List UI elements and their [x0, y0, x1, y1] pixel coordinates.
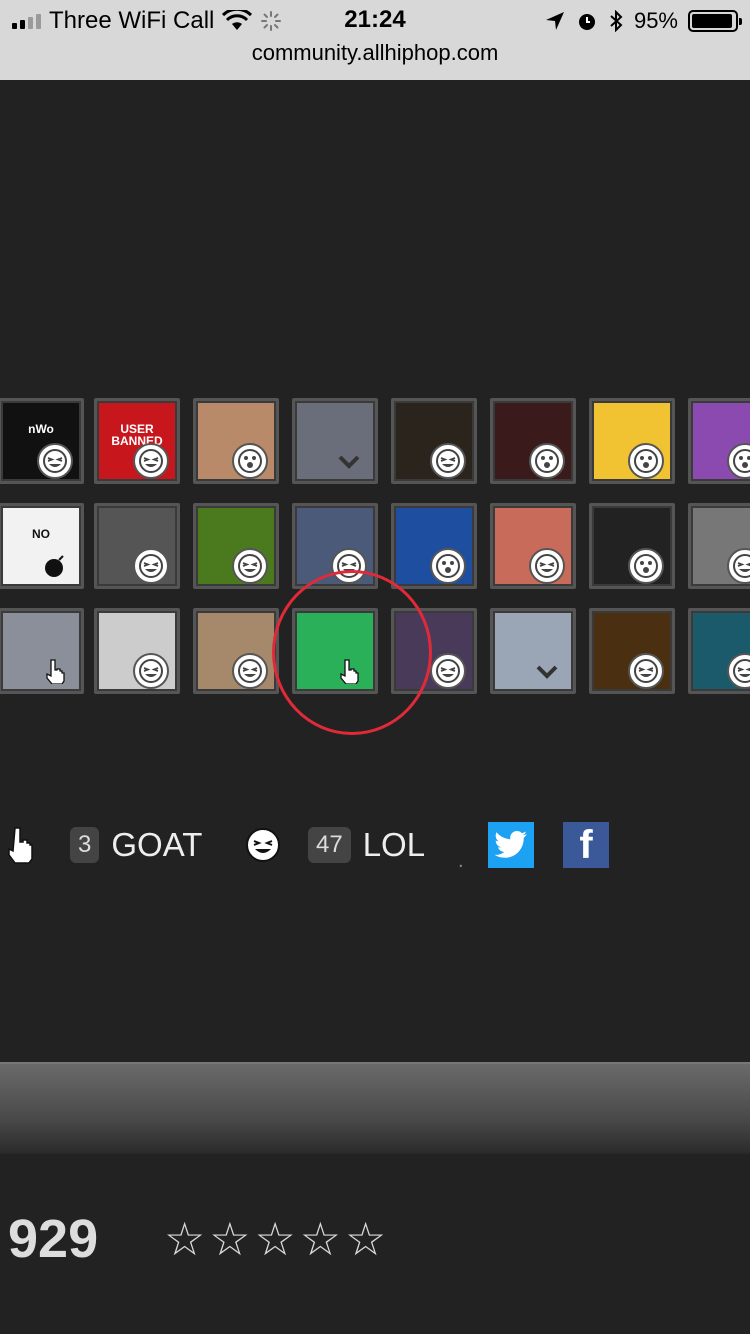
- status-right: 95%: [544, 6, 742, 36]
- avatar-text: NO: [32, 527, 50, 541]
- star-rating[interactable]: ☆ ☆ ☆ ☆ ☆: [164, 1212, 386, 1266]
- avatar-text: USER BANNED: [111, 422, 163, 448]
- laugh-reaction-icon: [37, 443, 73, 479]
- goat-count-badge: 3: [70, 827, 100, 863]
- laugh-reaction-icon: [133, 653, 169, 689]
- battery-icon: [688, 10, 742, 32]
- battery-percent: 95%: [633, 8, 678, 33]
- laugh-reaction-icon: [133, 548, 169, 584]
- avatar-tile[interactable]: USER BANNED: [94, 398, 180, 484]
- bluetooth-icon: [610, 10, 623, 32]
- laugh-reaction-icon: [133, 443, 169, 479]
- avatar-tile[interactable]: [490, 503, 576, 589]
- facebook-icon[interactable]: f: [563, 822, 609, 868]
- surprised-reaction-icon: [430, 548, 466, 584]
- highlight-circle-annotation: [272, 570, 432, 735]
- avatar-tile[interactable]: [688, 503, 750, 589]
- star-icon[interactable]: ☆: [164, 1212, 205, 1266]
- laughing-face-icon[interactable]: [245, 827, 281, 863]
- avatar-tile[interactable]: [490, 398, 576, 484]
- status-bar: Three WiFi Call 21:24 95% community.allh…: [0, 0, 750, 80]
- pointing-hand-icon[interactable]: [2, 827, 38, 864]
- battery-level: [692, 14, 732, 28]
- avatar-tile[interactable]: [94, 503, 180, 589]
- facebook-glyph: f: [579, 822, 593, 867]
- check-reaction-icon: [331, 443, 367, 479]
- reaction-stats-row: 3 GOAT 47 LOL . f: [0, 815, 750, 875]
- avatar-tile[interactable]: [490, 608, 576, 694]
- laugh-reaction-icon: [529, 548, 565, 584]
- lol-stat[interactable]: 47 LOL: [308, 815, 425, 875]
- lol-reaction-icon-wrap[interactable]: [245, 815, 281, 875]
- surprised-reaction-icon: [529, 443, 565, 479]
- laugh-reaction-icon: [430, 653, 466, 689]
- check-reaction-icon: [529, 653, 565, 689]
- lol-label: LOL: [362, 826, 426, 863]
- laugh-reaction-icon: [628, 653, 664, 689]
- surprised-reaction-icon: [628, 443, 664, 479]
- goat-stat[interactable]: 3 GOAT: [70, 815, 202, 875]
- facebook-share[interactable]: f: [563, 815, 609, 875]
- goat-reaction-icon-wrap[interactable]: [2, 815, 38, 875]
- avatar-tile[interactable]: [193, 398, 279, 484]
- star-icon[interactable]: ☆: [209, 1212, 250, 1266]
- section-divider-band: [0, 1062, 750, 1154]
- separator-dot: .: [458, 849, 464, 872]
- avatar-tile[interactable]: [193, 503, 279, 589]
- twitter-share[interactable]: [488, 815, 534, 875]
- star-icon[interactable]: ☆: [300, 1212, 341, 1266]
- star-icon[interactable]: ☆: [255, 1212, 296, 1266]
- rating-footer: 929 ☆ ☆ ☆ ☆ ☆: [0, 1190, 750, 1290]
- location-arrow-icon: [545, 12, 564, 30]
- laugh-reaction-icon: [430, 443, 466, 479]
- hand-reaction-icon: [37, 653, 73, 689]
- avatar-tile[interactable]: [391, 503, 477, 589]
- twitter-icon[interactable]: [488, 822, 534, 868]
- url-bar[interactable]: community.allhiphop.com: [0, 40, 750, 66]
- avatar-tile[interactable]: [688, 608, 750, 694]
- avatar-tile[interactable]: nWo: [0, 398, 84, 484]
- avatar-text: nWo: [28, 422, 54, 436]
- lol-count-badge: 47: [308, 827, 351, 863]
- goat-label: GOAT: [111, 826, 203, 863]
- alarm-icon: [578, 14, 595, 30]
- avatar-tile[interactable]: [391, 398, 477, 484]
- surprised-reaction-icon: [232, 443, 268, 479]
- avatar-tile[interactable]: [589, 608, 675, 694]
- avatar-tile[interactable]: [688, 398, 750, 484]
- avatar-tile[interactable]: [589, 398, 675, 484]
- star-icon[interactable]: ☆: [345, 1212, 386, 1266]
- avatar-tile[interactable]: [94, 608, 180, 694]
- laugh-reaction-icon: [232, 548, 268, 584]
- avatar-tile[interactable]: [193, 608, 279, 694]
- bomb-reaction-icon: [37, 548, 73, 584]
- surprised-reaction-icon: [628, 548, 664, 584]
- avatar-tile[interactable]: [0, 608, 84, 694]
- avatar-tile[interactable]: [292, 398, 378, 484]
- post-count: 929: [8, 1209, 99, 1269]
- laugh-reaction-icon: [232, 653, 268, 689]
- avatar-tile[interactable]: NO: [0, 503, 84, 589]
- avatar-tile[interactable]: [589, 503, 675, 589]
